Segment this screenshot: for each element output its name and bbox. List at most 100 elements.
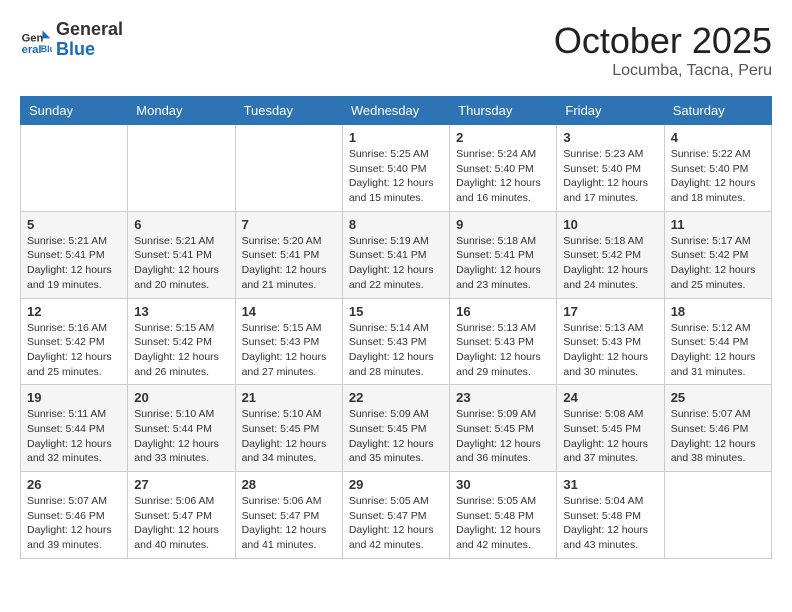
logo-icon: Gen eral Blue	[20, 24, 52, 56]
day-number: 3	[563, 130, 657, 145]
day-number: 26	[27, 477, 121, 492]
day-header-monday: Monday	[128, 97, 235, 125]
calendar-cell: 17 Sunrise: 5:13 AM Sunset: 5:43 PM Dayli…	[557, 298, 664, 385]
calendar-cell: 13 Sunrise: 5:15 AM Sunset: 5:42 PM Dayli…	[128, 298, 235, 385]
day-info: Sunrise: 5:15 AM Sunset: 5:43 PM Dayligh…	[242, 321, 336, 380]
day-info: Sunrise: 5:08 AM Sunset: 5:45 PM Dayligh…	[563, 407, 657, 466]
calendar-cell: 6Sunrise: 5:21 AM Sunset: 5:41 PM Daylig…	[128, 211, 235, 298]
day-header-friday: Friday	[557, 97, 664, 125]
day-number: 19	[27, 390, 121, 405]
logo: Gen eral Blue General Blue	[20, 20, 123, 60]
day-number: 31	[563, 477, 657, 492]
logo-blue-text: Blue	[56, 40, 123, 60]
svg-text:eral: eral	[22, 44, 42, 56]
calendar-cell: 1Sunrise: 5:25 AM Sunset: 5:40 PM Daylig…	[342, 125, 449, 212]
logo-text: General Blue	[56, 20, 123, 60]
day-info: Sunrise: 5:20 AM Sunset: 5:41 PM Dayligh…	[242, 234, 336, 293]
day-number: 2	[456, 130, 550, 145]
calendar-cell	[128, 125, 235, 212]
calendar-cell: 4Sunrise: 5:22 AM Sunset: 5:40 PM Daylig…	[664, 125, 771, 212]
calendar-cell: 27 Sunrise: 5:06 AM Sunset: 5:47 PM Dayli…	[128, 472, 235, 559]
calendar-cell: 9 Sunrise: 5:18 AM Sunset: 5:41 PM Daylig…	[450, 211, 557, 298]
day-info: Sunrise: 5:07 AM Sunset: 5:46 PM Dayligh…	[671, 407, 765, 466]
day-info: Sunrise: 5:18 AM Sunset: 5:41 PM Dayligh…	[456, 234, 550, 293]
calendar-week-3: 12Sunrise: 5:16 AM Sunset: 5:42 PM Dayli…	[21, 298, 772, 385]
day-info: Sunrise: 5:21 AM Sunset: 5:41 PM Dayligh…	[134, 234, 228, 293]
day-number: 9	[456, 217, 550, 232]
calendar-cell: 7 Sunrise: 5:20 AM Sunset: 5:41 PM Daylig…	[235, 211, 342, 298]
calendar-table: SundayMondayTuesdayWednesdayThursdayFrid…	[20, 96, 772, 559]
day-header-thursday: Thursday	[450, 97, 557, 125]
day-info: Sunrise: 5:12 AM Sunset: 5:44 PM Dayligh…	[671, 321, 765, 380]
day-info: Sunrise: 5:10 AM Sunset: 5:45 PM Dayligh…	[242, 407, 336, 466]
calendar-cell: 29Sunrise: 5:05 AM Sunset: 5:47 PM Dayli…	[342, 472, 449, 559]
page-header: Gen eral Blue General Blue October 2025 …	[20, 20, 772, 80]
calendar-week-1: 1Sunrise: 5:25 AM Sunset: 5:40 PM Daylig…	[21, 125, 772, 212]
day-number: 15	[349, 304, 443, 319]
day-number: 29	[349, 477, 443, 492]
day-number: 30	[456, 477, 550, 492]
day-number: 18	[671, 304, 765, 319]
day-header-wednesday: Wednesday	[342, 97, 449, 125]
day-number: 16	[456, 304, 550, 319]
day-info: Sunrise: 5:06 AM Sunset: 5:47 PM Dayligh…	[242, 494, 336, 553]
day-info: Sunrise: 5:23 AM Sunset: 5:40 PM Dayligh…	[563, 147, 657, 206]
calendar-cell: 21 Sunrise: 5:10 AM Sunset: 5:45 PM Dayli…	[235, 385, 342, 472]
day-number: 10	[563, 217, 657, 232]
day-number: 11	[671, 217, 765, 232]
calendar-cell	[664, 472, 771, 559]
day-number: 28	[242, 477, 336, 492]
day-info: Sunrise: 5:09 AM Sunset: 5:45 PM Dayligh…	[456, 407, 550, 466]
day-number: 12	[27, 304, 121, 319]
day-header-saturday: Saturday	[664, 97, 771, 125]
calendar-cell: 23Sunrise: 5:09 AM Sunset: 5:45 PM Dayli…	[450, 385, 557, 472]
day-header-sunday: Sunday	[21, 97, 128, 125]
day-info: Sunrise: 5:09 AM Sunset: 5:45 PM Dayligh…	[349, 407, 443, 466]
day-info: Sunrise: 5:24 AM Sunset: 5:40 PM Dayligh…	[456, 147, 550, 206]
svg-text:Blue: Blue	[41, 44, 52, 54]
calendar-cell: 15Sunrise: 5:14 AM Sunset: 5:43 PM Dayli…	[342, 298, 449, 385]
day-number: 20	[134, 390, 228, 405]
day-number: 5	[27, 217, 121, 232]
calendar-cell: 2 Sunrise: 5:24 AM Sunset: 5:40 PM Daylig…	[450, 125, 557, 212]
calendar-week-2: 5 Sunrise: 5:21 AM Sunset: 5:41 PM Daylig…	[21, 211, 772, 298]
calendar-cell: 11 Sunrise: 5:17 AM Sunset: 5:42 PM Dayli…	[664, 211, 771, 298]
day-header-tuesday: Tuesday	[235, 97, 342, 125]
day-info: Sunrise: 5:19 AM Sunset: 5:41 PM Dayligh…	[349, 234, 443, 293]
day-info: Sunrise: 5:15 AM Sunset: 5:42 PM Dayligh…	[134, 321, 228, 380]
day-info: Sunrise: 5:21 AM Sunset: 5:41 PM Dayligh…	[27, 234, 121, 293]
calendar-cell: 31 Sunrise: 5:04 AM Sunset: 5:48 PM Dayli…	[557, 472, 664, 559]
day-info: Sunrise: 5:13 AM Sunset: 5:43 PM Dayligh…	[563, 321, 657, 380]
day-info: Sunrise: 5:22 AM Sunset: 5:40 PM Dayligh…	[671, 147, 765, 206]
day-number: 17	[563, 304, 657, 319]
day-number: 24	[563, 390, 657, 405]
day-number: 14	[242, 304, 336, 319]
calendar-week-5: 26 Sunrise: 5:07 AM Sunset: 5:46 PM Dayli…	[21, 472, 772, 559]
day-info: Sunrise: 5:06 AM Sunset: 5:47 PM Dayligh…	[134, 494, 228, 553]
day-info: Sunrise: 5:07 AM Sunset: 5:46 PM Dayligh…	[27, 494, 121, 553]
calendar-cell: 8 Sunrise: 5:19 AM Sunset: 5:41 PM Daylig…	[342, 211, 449, 298]
calendar-cell: 25Sunrise: 5:07 AM Sunset: 5:46 PM Dayli…	[664, 385, 771, 472]
day-info: Sunrise: 5:17 AM Sunset: 5:42 PM Dayligh…	[671, 234, 765, 293]
logo-general-text: General	[56, 20, 123, 40]
calendar-week-4: 19 Sunrise: 5:11 AM Sunset: 5:44 PM Dayli…	[21, 385, 772, 472]
day-number: 21	[242, 390, 336, 405]
day-info: Sunrise: 5:10 AM Sunset: 5:44 PM Dayligh…	[134, 407, 228, 466]
calendar-cell	[235, 125, 342, 212]
day-number: 7	[242, 217, 336, 232]
day-number: 8	[349, 217, 443, 232]
day-info: Sunrise: 5:18 AM Sunset: 5:42 PM Dayligh…	[563, 234, 657, 293]
day-info: Sunrise: 5:04 AM Sunset: 5:48 PM Dayligh…	[563, 494, 657, 553]
day-number: 27	[134, 477, 228, 492]
day-number: 22	[349, 390, 443, 405]
calendar-cell: 24 Sunrise: 5:08 AM Sunset: 5:45 PM Dayli…	[557, 385, 664, 472]
calendar-cell: 12Sunrise: 5:16 AM Sunset: 5:42 PM Dayli…	[21, 298, 128, 385]
calendar-header-row: SundayMondayTuesdayWednesdayThursdayFrid…	[21, 97, 772, 125]
calendar-cell: 18 Sunrise: 5:12 AM Sunset: 5:44 PM Dayli…	[664, 298, 771, 385]
day-info: Sunrise: 5:11 AM Sunset: 5:44 PM Dayligh…	[27, 407, 121, 466]
day-number: 13	[134, 304, 228, 319]
calendar-cell	[21, 125, 128, 212]
svg-text:Gen: Gen	[22, 32, 44, 44]
calendar-cell: 30Sunrise: 5:05 AM Sunset: 5:48 PM Dayli…	[450, 472, 557, 559]
day-info: Sunrise: 5:13 AM Sunset: 5:43 PM Dayligh…	[456, 321, 550, 380]
